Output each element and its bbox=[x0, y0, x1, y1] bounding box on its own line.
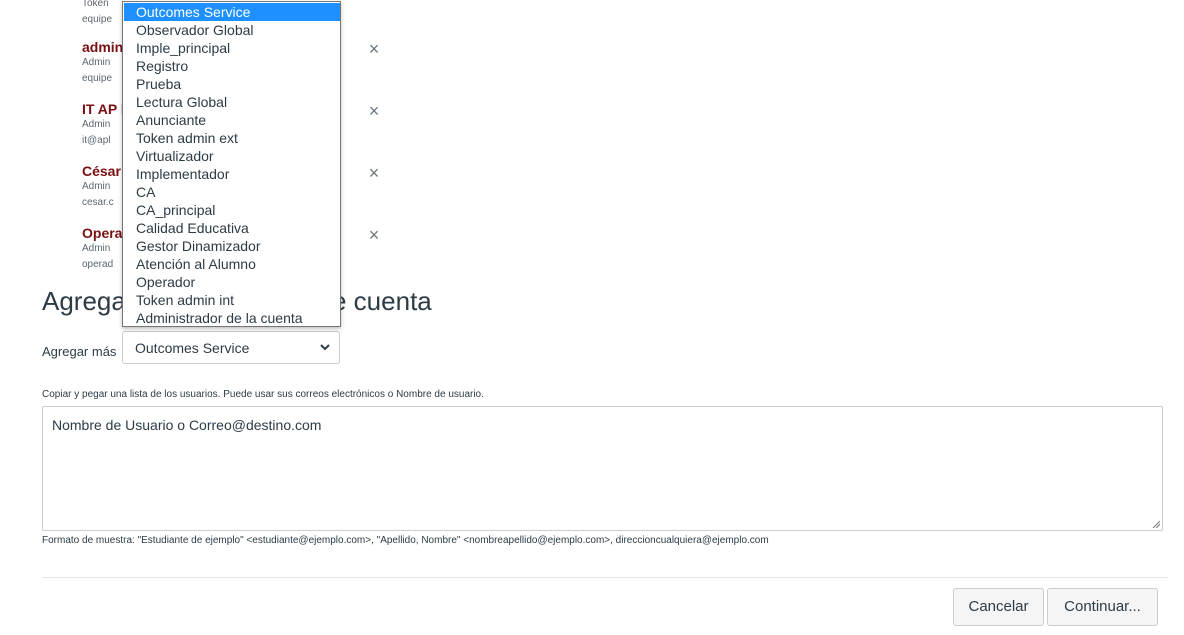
format-example: Formato de muestra: "Estudiante de ejemp… bbox=[42, 535, 769, 546]
section-heading-start: Agrega bbox=[42, 286, 126, 316]
role-option[interactable]: Outcomes Service bbox=[124, 3, 340, 21]
role-option[interactable]: Operador bbox=[124, 273, 340, 291]
role-option[interactable]: Imple_principal bbox=[124, 39, 340, 57]
chevron-down-icon bbox=[320, 344, 330, 351]
role-option[interactable]: Calidad Educativa bbox=[124, 219, 340, 237]
role-select[interactable]: Outcomes Service bbox=[122, 331, 340, 364]
role-option[interactable]: Implementador bbox=[124, 165, 340, 183]
role-option[interactable]: Registro bbox=[124, 57, 340, 75]
resize-handle-icon[interactable] bbox=[1152, 520, 1160, 528]
admin-entry: Opera Admin operad bbox=[82, 225, 122, 273]
role-option[interactable]: Gestor Dinamizador bbox=[124, 237, 340, 255]
admin-email: equipe bbox=[82, 14, 113, 25]
admin-email: equipe bbox=[82, 73, 113, 84]
role-option[interactable]: CA bbox=[124, 183, 340, 201]
users-hint: Copiar y pegar una lista de los usuarios… bbox=[42, 389, 484, 400]
add-more-label: Agregar más bbox=[42, 344, 117, 359]
divider bbox=[42, 577, 1168, 578]
admin-entry: admin Admin equipe bbox=[82, 39, 123, 87]
section-heading: Agrega e cuenta bbox=[42, 286, 432, 317]
close-icon[interactable]: × bbox=[366, 102, 382, 120]
users-placeholder: Nombre de Usuario o Correo@destino.com bbox=[52, 417, 322, 433]
role-select-value: Outcomes Service bbox=[135, 340, 250, 356]
role-option[interactable]: Token admin int bbox=[124, 291, 340, 309]
admin-role: Token bbox=[82, 0, 109, 9]
close-icon[interactable]: × bbox=[366, 226, 382, 244]
role-option[interactable]: Anunciante bbox=[124, 111, 340, 129]
role-option[interactable]: CA_principal bbox=[124, 201, 340, 219]
role-dropdown-list: Outcomes Service Observador Global Imple… bbox=[122, 1, 341, 327]
continue-button[interactable]: Continuar... bbox=[1047, 588, 1158, 626]
cancel-button[interactable]: Cancelar bbox=[953, 588, 1044, 626]
admin-role: Admin bbox=[82, 57, 111, 68]
admin-name[interactable]: admin bbox=[82, 39, 123, 55]
role-option[interactable]: Atención al Alumno bbox=[124, 255, 340, 273]
role-option[interactable]: Virtualizador bbox=[124, 147, 340, 165]
role-option[interactable]: Token admin ext bbox=[124, 129, 340, 147]
admin-entry: Token equipe bbox=[82, 0, 112, 28]
role-option[interactable]: Lectura Global bbox=[124, 93, 340, 111]
role-option[interactable]: Observador Global bbox=[124, 21, 340, 39]
close-icon[interactable]: × bbox=[366, 40, 382, 58]
close-icon[interactable]: × bbox=[366, 164, 382, 182]
admin-role: Admin bbox=[82, 243, 111, 254]
users-textarea[interactable]: Nombre de Usuario o Correo@destino.com bbox=[42, 406, 1163, 531]
role-option[interactable]: Administrador de la cuenta bbox=[124, 309, 340, 327]
admin-email: operad bbox=[82, 259, 114, 270]
section-heading-end: e cuenta bbox=[332, 286, 432, 316]
admin-name[interactable]: Opera bbox=[82, 225, 122, 241]
role-option[interactable]: Prueba bbox=[124, 75, 340, 93]
